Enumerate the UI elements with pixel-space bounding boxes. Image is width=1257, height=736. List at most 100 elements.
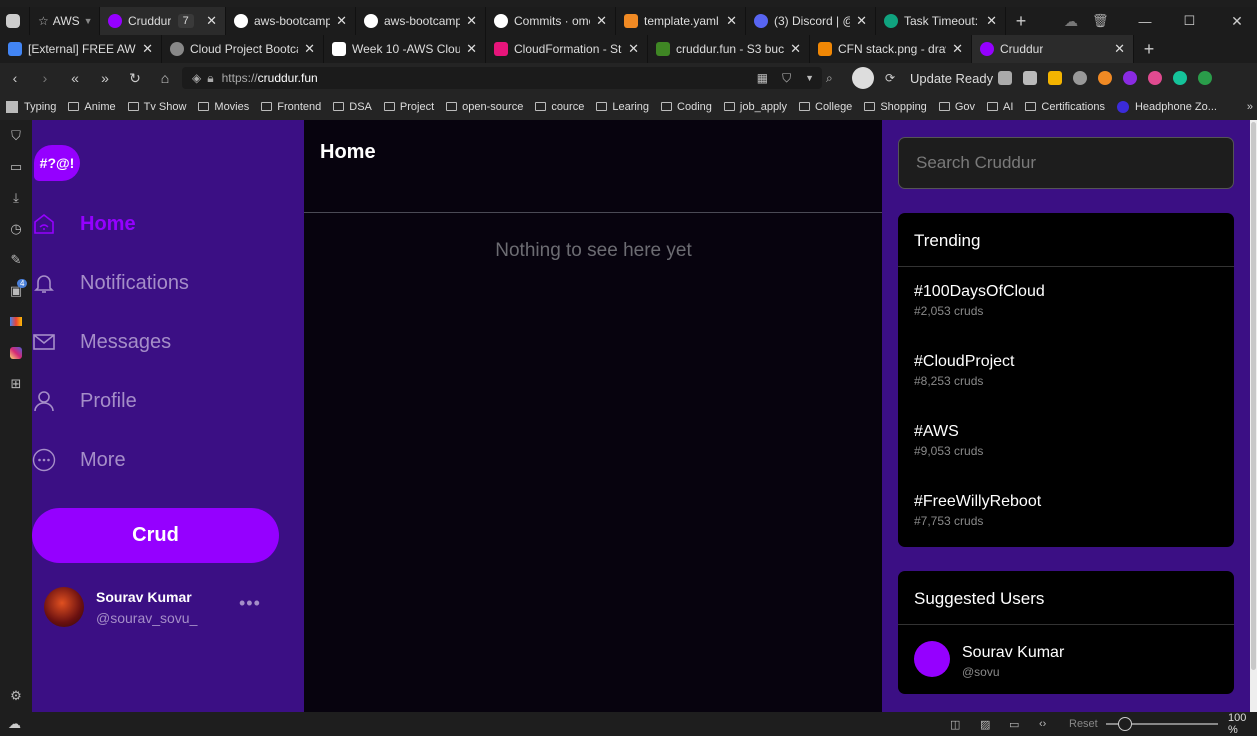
bookmark-folder[interactable]: DSA [333, 101, 372, 113]
more-bookmarks-icon[interactable]: » [1247, 101, 1253, 113]
search-input[interactable] [898, 137, 1234, 189]
crud-button[interactable]: Crud [32, 508, 279, 563]
tab-s3-bucket[interactable]: cruddur.fun - S3 bucke ✕ [648, 35, 810, 63]
bookmark-folder[interactable]: open-source [446, 101, 523, 113]
update-ready-label[interactable]: Update Ready [910, 71, 993, 86]
mail-panel-icon[interactable]: ▣ 4 [0, 275, 32, 306]
bookmark-folder[interactable]: cource [535, 101, 584, 113]
nav-more[interactable]: More [32, 440, 126, 480]
fast-forward-icon[interactable]: » [90, 70, 120, 86]
forward-icon[interactable]: › [30, 70, 60, 86]
close-icon[interactable]: ✕ [200, 13, 217, 29]
tiling-icon[interactable]: ▭ [1009, 718, 1019, 731]
tab-commits[interactable]: Commits · omen ✕ [486, 7, 616, 35]
close-icon[interactable]: ✕ [784, 41, 801, 57]
extension-icon[interactable] [1023, 71, 1037, 85]
bookmark-headphone[interactable]: Headphone Zo... [1116, 100, 1217, 113]
trending-item[interactable]: #100DaysOfCloud #2,053 cruds [898, 267, 1234, 337]
suggested-user[interactable]: Sourav Kumar @sovu [898, 625, 1234, 693]
grammarly-icon[interactable] [1173, 71, 1187, 85]
url-field[interactable]: ◈ 🔒︎ https:// cruddur.fun ▦ ⛉ ▼ [182, 67, 822, 89]
reading-list-icon[interactable]: ▭ [0, 151, 32, 182]
nav-notifications[interactable]: Notifications [32, 263, 189, 303]
window-minimize-button[interactable]: — [1139, 14, 1152, 29]
profile-avatar-icon[interactable] [852, 67, 874, 89]
back-icon[interactable]: ‹ [0, 70, 30, 86]
close-icon[interactable]: ✕ [298, 41, 315, 57]
bookmark-folder[interactable]: Movies [198, 101, 249, 113]
nav-home[interactable]: Home [32, 204, 136, 244]
extension-icon[interactable] [1048, 71, 1062, 85]
new-tab-button[interactable]: + [1134, 39, 1164, 60]
bookmarks-panel-icon[interactable]: ⛉ [0, 120, 32, 151]
close-icon[interactable]: ✕ [946, 41, 963, 57]
zoom-slider-handle[interactable] [1118, 717, 1132, 731]
tab-cloudformation[interactable]: CloudFormation - Stack ✕ [486, 35, 648, 63]
dropdown-icon[interactable]: ▼ [805, 73, 814, 83]
close-icon[interactable]: ✕ [1108, 41, 1125, 57]
qr-code-icon[interactable]: ▦ [757, 71, 768, 85]
more-dots-icon[interactable]: ••• [239, 593, 261, 614]
trending-item[interactable]: #FreeWillyReboot #7,753 cruds [898, 477, 1234, 547]
gmail-icon[interactable] [0, 306, 32, 337]
bookmark-folder[interactable]: Anime [68, 101, 116, 113]
image-icon[interactable]: ▨ [980, 718, 990, 731]
trash-icon[interactable]: 🗑 [1092, 13, 1109, 29]
window-close-button[interactable]: ✕ [1231, 13, 1243, 30]
notes-icon[interactable]: ✎ [0, 244, 32, 275]
update-icon[interactable]: ⟳ [885, 71, 895, 85]
close-icon[interactable]: ✕ [460, 13, 477, 29]
new-tab-button[interactable]: + [1006, 11, 1036, 32]
zoom-slider[interactable] [1106, 717, 1218, 731]
extension-icon[interactable] [1073, 71, 1087, 85]
bookmark-folder[interactable]: College [799, 101, 852, 113]
tab-cloud-project[interactable]: Cloud Project Bootcam ✕ [162, 35, 324, 63]
tab-notion-week10[interactable]: Week 10 -AWS CloudFo ✕ [324, 35, 486, 63]
close-icon[interactable]: ✕ [460, 41, 477, 57]
bookmark-typing[interactable]: Typing [6, 100, 56, 113]
bookmark-folder[interactable]: Coding [661, 101, 712, 113]
window-maximize-button[interactable]: ☐ [1184, 13, 1196, 29]
rewind-icon[interactable]: « [60, 70, 90, 86]
settings-gear-icon[interactable]: ⚙ [0, 680, 32, 711]
cruddur-logo[interactable]: #?@! [34, 145, 80, 181]
close-icon[interactable]: ✕ [720, 13, 737, 29]
tab-aws-bootcamp-2[interactable]: aws-bootcamp- ✕ [356, 7, 486, 35]
tab-template-yaml[interactable]: template.yaml - ✕ [616, 7, 746, 35]
sync-cloud-icon[interactable]: ☁ [8, 716, 21, 732]
extension-icon[interactable] [1098, 71, 1112, 85]
trending-item[interactable]: #AWS #9,053 cruds [898, 407, 1234, 477]
bookmark-folder[interactable]: job_apply [723, 101, 787, 113]
extension-icon[interactable] [1148, 71, 1162, 85]
close-icon[interactable]: ✕ [136, 41, 153, 57]
zoom-reset-button[interactable]: Reset [1069, 718, 1098, 730]
search-icon[interactable]: ⌕ [826, 71, 833, 86]
bookmark-folder[interactable]: Certifications [1025, 101, 1105, 113]
bookmark-folder[interactable]: Learing [596, 101, 649, 113]
bookmark-folder[interactable]: Tv Show [127, 101, 186, 113]
vivaldi-menu-button[interactable] [0, 7, 30, 35]
scrollbar-thumb[interactable] [1251, 122, 1256, 670]
workspace-tab[interactable]: ☆ AWS ▼ [30, 7, 100, 35]
bookmark-folder[interactable]: Frontend [261, 101, 321, 113]
extension-icon[interactable] [1198, 71, 1212, 85]
close-icon[interactable]: ✕ [622, 41, 639, 57]
code-icon[interactable]: ‹› [1039, 718, 1046, 730]
close-icon[interactable]: ✕ [330, 13, 347, 29]
trending-item[interactable]: #CloudProject #8,253 cruds [898, 337, 1234, 407]
tab-discord[interactable]: (3) Discord | @a ✕ [746, 7, 876, 35]
reload-icon[interactable]: ↻ [120, 70, 150, 87]
home-page-icon[interactable]: ⌂ [150, 70, 180, 86]
cloud-sync-icon[interactable]: ☁ [1064, 13, 1078, 30]
nav-profile[interactable]: Profile [32, 381, 137, 421]
close-icon[interactable]: ✕ [980, 13, 997, 29]
history-icon[interactable]: ◷ [0, 213, 32, 244]
tab-aws-doc[interactable]: [External] FREE AWS Clo ✕ [0, 35, 162, 63]
instagram-icon[interactable] [0, 337, 32, 368]
extension-icon[interactable] [998, 71, 1012, 85]
extension-icon[interactable] [1123, 71, 1137, 85]
downloads-icon[interactable]: ⤓ [0, 182, 32, 213]
bookmark-folder[interactable]: Project [383, 101, 434, 113]
tab-cruddur-stack[interactable]: Cruddur 7 ✕ [100, 7, 226, 35]
tab-aws-bootcamp-1[interactable]: aws-bootcamp- ✕ [226, 7, 356, 35]
